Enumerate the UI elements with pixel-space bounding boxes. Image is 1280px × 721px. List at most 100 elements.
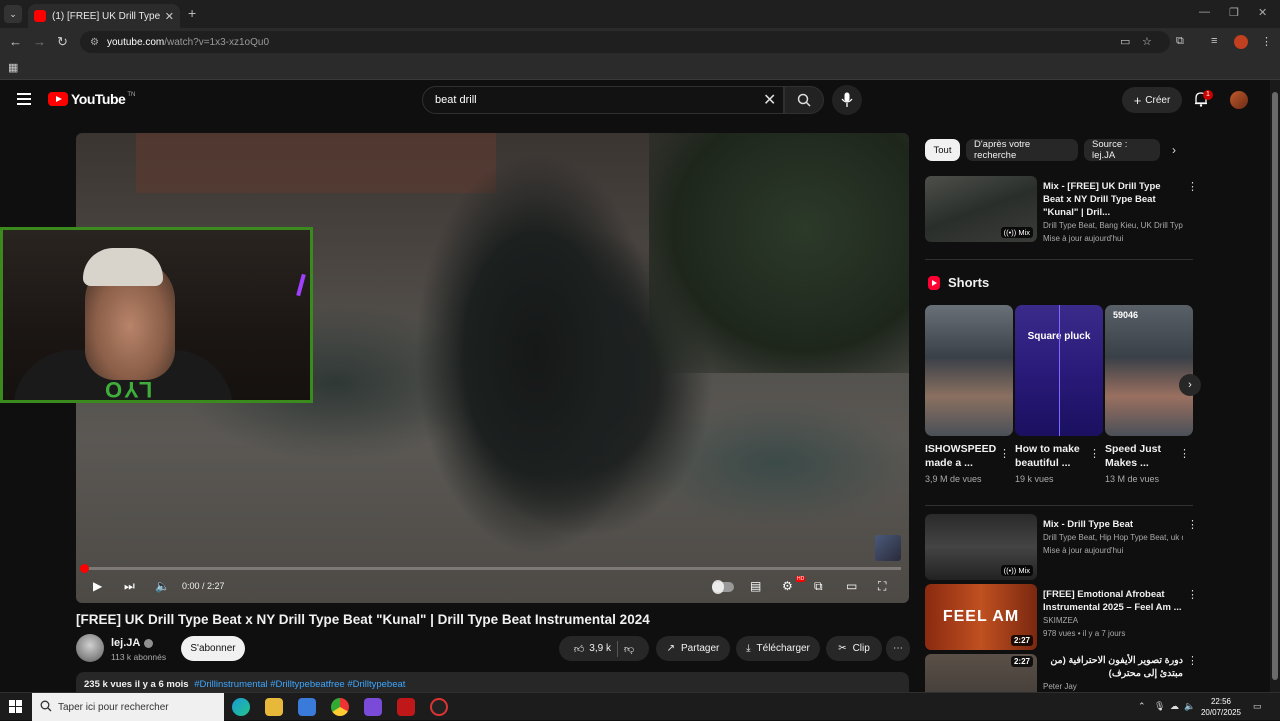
account-avatar[interactable]: [1230, 91, 1248, 109]
page-scrollbar[interactable]: [1270, 80, 1280, 692]
tray-overflow-icon[interactable]: ⌃: [1138, 701, 1146, 712]
webcam-shirt-text: LYO: [103, 377, 153, 402]
store-icon[interactable]: [298, 698, 316, 716]
chips-next-chevron-icon[interactable]: ›: [1172, 143, 1176, 157]
create-button[interactable]: + Créer: [1122, 87, 1182, 113]
chip-related-search[interactable]: D'après votre recherche: [966, 139, 1078, 161]
channel-avatar[interactable]: [76, 634, 104, 662]
clip-label: Clip: [852, 643, 870, 654]
recommendation-title: [FREE] Emotional Afrobeat Instrumental 2…: [1043, 589, 1182, 613]
chip-all[interactable]: Tout: [925, 139, 960, 161]
autoplay-toggle[interactable]: [712, 580, 734, 594]
subscribe-button[interactable]: S'abonner: [181, 636, 245, 661]
channel-name[interactable]: lej.JA: [111, 637, 154, 649]
search-box: [422, 86, 784, 114]
volume-icon[interactable]: 🔈: [155, 579, 170, 593]
shorts-next-chevron-icon[interactable]: ›: [1179, 374, 1201, 396]
apps-grid-icon[interactable]: ▦: [8, 61, 18, 74]
app-icon[interactable]: [397, 698, 415, 716]
recommendation-title: Mix - [FREE] UK Drill Type Beat x NY Dri…: [1043, 181, 1161, 218]
search-input[interactable]: [435, 94, 755, 106]
obs-icon[interactable]: [430, 698, 448, 716]
back-icon[interactable]: ←: [9, 34, 22, 49]
hashtags[interactable]: #Drillinstrumental #Drilltypebeatfree #D…: [194, 679, 405, 690]
short-item[interactable]: Square pluck How to make beautiful ... 1…: [1015, 305, 1103, 484]
scrubber-handle[interactable]: [80, 564, 89, 573]
scrollbar-thumb[interactable]: [1272, 92, 1278, 680]
clear-search-icon[interactable]: ✕: [763, 90, 776, 110]
chip-source-channel[interactable]: Source : lej.JA: [1084, 139, 1160, 161]
clip-button[interactable]: ✂ Clip: [826, 636, 882, 661]
address-bar[interactable]: ⚙ youtube.com /watch?v=1x3-xz1oQu0: [80, 31, 1170, 53]
scissors-icon: ✂: [838, 643, 847, 654]
youtube-logo[interactable]: YouTube TN: [48, 91, 135, 107]
browser-tab-active[interactable]: (1) [FREE] UK Drill Type Beat x N ✕: [28, 4, 180, 28]
discord-icon[interactable]: [364, 698, 382, 716]
recommendation-item[interactable]: ((•)) Mix Mix - Drill Type Beat Drill Ty…: [925, 514, 1198, 580]
forward-icon[interactable]: →: [33, 34, 46, 49]
volume-tray-icon[interactable]: 🔈: [1184, 701, 1195, 712]
short-item[interactable]: ISHOWSPEED made a ... 3,9 M de vues ⋮: [925, 305, 1013, 484]
theater-mode-icon[interactable]: ▭: [846, 579, 857, 593]
play-icon[interactable]: ▶: [93, 579, 102, 593]
subtitles-icon[interactable]: ▤: [750, 579, 761, 593]
recommendation-item[interactable]: FEEL AM 2:27 [FREE] Emotional Afrobeat I…: [925, 584, 1198, 650]
subscriber-count: 113 k abonnés: [111, 652, 167, 662]
plus-icon: +: [1133, 92, 1142, 108]
like-button[interactable]: 👍︎ 3,9 k: [574, 643, 611, 655]
windows-start-icon[interactable]: [9, 700, 23, 714]
shorts-logo-icon: [928, 275, 940, 290]
dislike-button[interactable]: 👎︎: [624, 643, 634, 655]
more-options-icon[interactable]: ⋮: [1187, 518, 1198, 531]
network-icon[interactable]: ☁: [1170, 701, 1179, 712]
microphone-tray-icon[interactable]: 🎙︎: [1154, 701, 1165, 712]
short-views: 3,9 M de vues: [925, 474, 982, 484]
edge-icon[interactable]: [232, 698, 250, 716]
search-button[interactable]: [784, 86, 824, 114]
chrome-icon[interactable]: [331, 698, 349, 716]
media-control-icon[interactable]: ≡: [1211, 35, 1217, 47]
reload-icon[interactable]: ↻: [57, 34, 68, 50]
browser-toolbar: ← → ↻ ⚙ youtube.com /watch?v=1x3-xz1oQu0…: [0, 28, 1280, 56]
recommendation-item[interactable]: ((•)) Mix Mix - [FREE] UK Drill Type Bea…: [925, 176, 1198, 246]
restore-icon[interactable]: ❐: [1229, 6, 1239, 19]
cast-icon[interactable]: ▭: [1120, 35, 1130, 48]
menu-hamburger-icon[interactable]: [17, 93, 31, 105]
download-button[interactable]: ⤓ Télécharger: [736, 636, 820, 661]
browser-menu-icon[interactable]: ⋮: [1261, 35, 1272, 48]
clock[interactable]: 22:56 20/07/2025: [1198, 696, 1244, 718]
recommendation-thumbnail: ((•)) Mix: [925, 176, 1037, 242]
close-window-icon[interactable]: ✕: [1258, 6, 1267, 19]
more-options-icon[interactable]: ⋮: [1089, 447, 1100, 460]
bookmark-star-icon[interactable]: ☆: [1142, 35, 1152, 48]
close-tab-icon[interactable]: ✕: [165, 10, 174, 23]
next-video-icon[interactable]: ⏭: [124, 579, 135, 594]
progress-bar[interactable]: [84, 567, 901, 570]
new-tab-icon[interactable]: +: [188, 5, 196, 21]
minimize-icon[interactable]: —: [1199, 6, 1210, 18]
recommendation-thumbnail: FEEL AM 2:27: [925, 584, 1037, 650]
more-options-icon[interactable]: ⋮: [1187, 180, 1198, 193]
more-options-icon[interactable]: ⋮: [1187, 654, 1193, 667]
taskbar-search[interactable]: Taper ici pour rechercher: [32, 693, 224, 721]
more-actions-button[interactable]: ⋯: [886, 636, 910, 661]
file-explorer-icon[interactable]: [265, 698, 283, 716]
share-button[interactable]: ↗ Partager: [656, 636, 730, 661]
voice-search-button[interactable]: [832, 85, 862, 115]
recommendation-item[interactable]: 2:27 دورة تصوير الأيفون الاحترافية (من م…: [925, 654, 1193, 692]
url-path: /watch?v=1x3-xz1oQu0: [164, 36, 270, 48]
fullscreen-icon[interactable]: ⛶: [878, 579, 886, 594]
notification-center-icon[interactable]: ▭: [1253, 701, 1262, 712]
extensions-icon[interactable]: ⧉: [1176, 35, 1184, 48]
more-options-icon[interactable]: ⋮: [999, 447, 1010, 460]
more-options-icon[interactable]: ⋮: [1179, 447, 1190, 460]
short-item[interactable]: 59046 Speed Just Makes ... 13 M de vues …: [1105, 305, 1193, 484]
more-options-icon[interactable]: ⋮: [1187, 588, 1198, 601]
settings-gear-icon[interactable]: ⚙: [782, 579, 793, 593]
channel-watermark[interactable]: [875, 535, 901, 561]
channel-name-text: lej.JA: [111, 637, 141, 649]
browser-profile-avatar[interactable]: [1234, 35, 1248, 49]
site-info-icon[interactable]: ⚙: [90, 37, 99, 48]
tab-search-icon[interactable]: ⌄: [4, 5, 22, 23]
miniplayer-icon[interactable]: ⧉: [814, 579, 823, 594]
